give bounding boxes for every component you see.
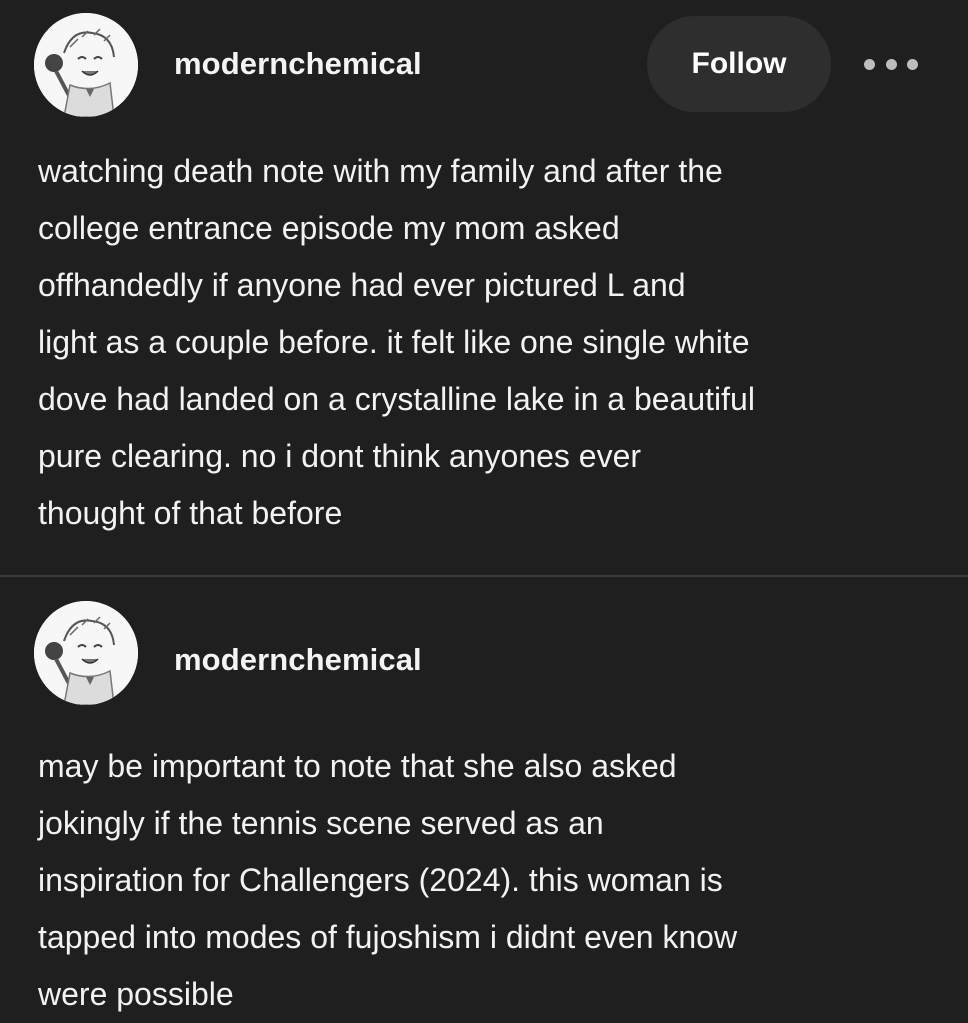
avatar-drawing-icon [34,13,138,117]
post-body-line: dove had landed on a crystalline lake in… [38,381,755,417]
post-body-line: may be important to note that she also a… [38,748,677,784]
username[interactable]: modernchemical [174,642,422,678]
post-body-line: tapped into modes of fujoshism i didnt e… [38,919,738,955]
post-body-line: inspiration for Challengers (2024). this… [38,862,723,898]
post-body-line: college entrance episode my mom asked [38,210,620,246]
post-body-line: were possible [38,976,234,1012]
more-options-icon[interactable] [864,50,918,78]
dot [885,58,897,70]
avatar-drawing-icon [34,601,138,705]
dot [907,58,918,70]
post-reply: modernchemical may be important to note … [0,578,968,1022]
post-body-line: light as a couple before. it felt like o… [38,324,750,360]
post-divider [0,575,968,577]
post-body: watching death note with my family and a… [38,143,943,542]
post-body: may be important to note that she also a… [38,738,943,1023]
dot [864,58,875,70]
post-body-line: pure clearing. no i dont think anyones e… [38,438,642,474]
post-body-line: offhandedly if anyone had ever pictured … [38,267,686,303]
avatar[interactable] [34,13,138,117]
post-body-line: jokingly if the tennis scene served as a… [38,805,604,841]
post-body-line: thought of that before [38,495,343,531]
avatar[interactable] [34,601,138,705]
post-body-line: watching death note with my family and a… [38,153,723,189]
post-original: modernchemical Follow watching death not… [0,0,968,576]
username[interactable]: modernchemical [174,46,422,82]
follow-button[interactable]: Follow [647,16,831,112]
